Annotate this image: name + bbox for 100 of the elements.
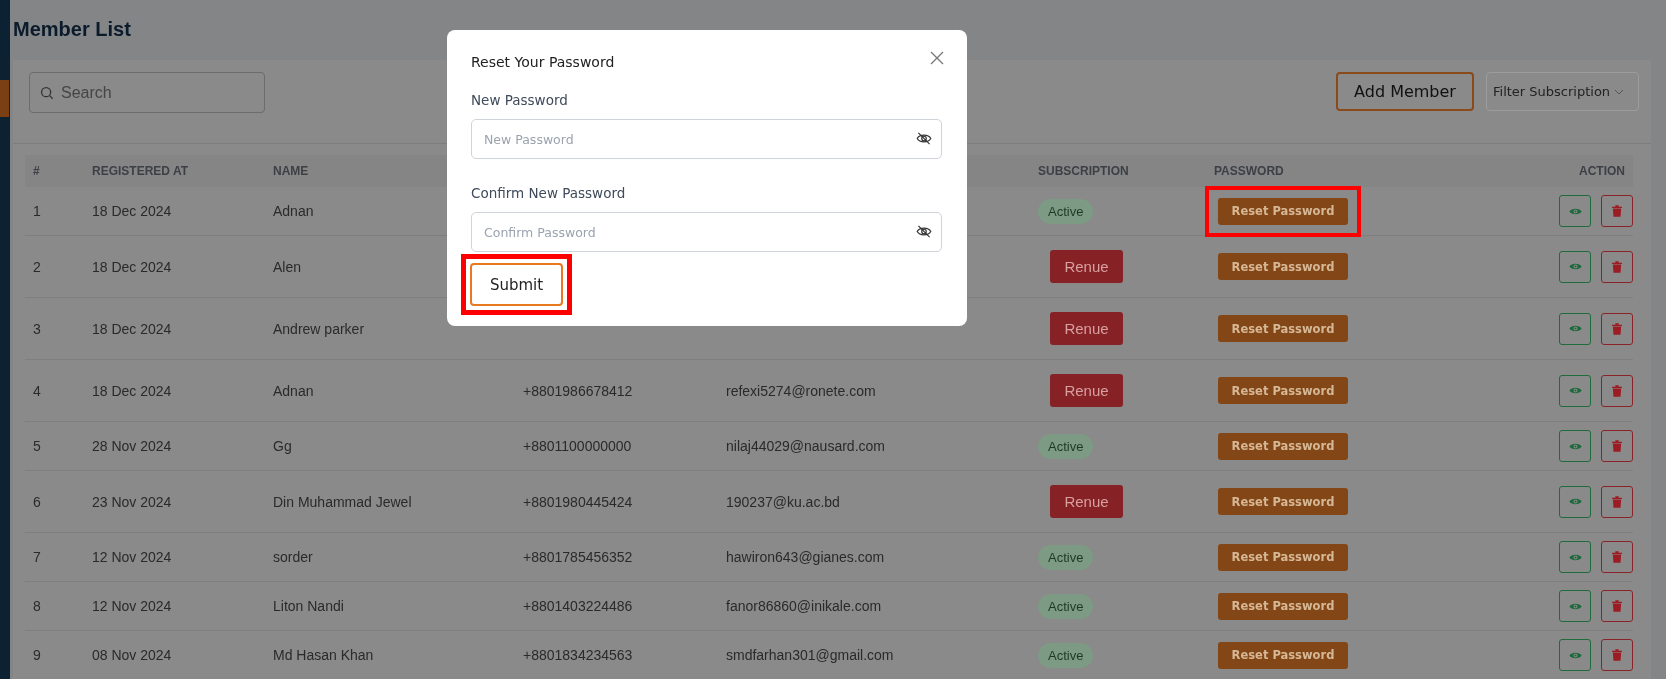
- renew-button[interactable]: Renue: [1050, 374, 1123, 407]
- trash-icon: [1612, 495, 1622, 508]
- reset-password-button[interactable]: Reset Password: [1218, 543, 1348, 571]
- delete-button[interactable]: [1601, 541, 1633, 573]
- reset-password-button[interactable]: Reset Password: [1218, 488, 1348, 515]
- trash-icon: [1612, 440, 1622, 452]
- table-cell: +8801980445424: [523, 493, 633, 510]
- renew-button[interactable]: Renue: [1050, 485, 1123, 518]
- eye-icon: [1568, 552, 1582, 562]
- sidebar-marker: [0, 80, 9, 117]
- view-button[interactable]: [1559, 374, 1591, 407]
- table-cell: 12 Nov 2024: [92, 549, 172, 565]
- filter-dropdown[interactable]: Filter Subscription: [1486, 72, 1639, 111]
- page-title: Member List: [13, 18, 132, 42]
- status-badge: Active: [1038, 593, 1094, 619]
- trash-icon: [1612, 551, 1622, 563]
- table-cell: +8801785456352: [523, 549, 633, 565]
- delete-button[interactable]: [1601, 430, 1633, 462]
- table-cell: 3: [33, 320, 41, 337]
- status-badge: Active: [1038, 433, 1094, 459]
- table-cell: 28 Nov 2024: [92, 438, 172, 454]
- column-header: PASSWORD: [1214, 164, 1284, 178]
- renew-button[interactable]: Renue: [1050, 312, 1123, 345]
- add-member-button[interactable]: Add Member: [1336, 72, 1474, 111]
- delete-button[interactable]: [1601, 590, 1633, 622]
- reset-password-button[interactable]: Reset Password: [1218, 253, 1348, 280]
- table-cell: 1: [33, 203, 41, 219]
- table-cell: refexi5274@ronete.com: [726, 382, 876, 399]
- eye-icon: [1568, 324, 1582, 333]
- table-cell: Andrew parker: [273, 320, 365, 337]
- table-cell: Liton Nandi: [273, 598, 344, 614]
- eye-icon: [1568, 601, 1582, 611]
- table-cell: 18 Dec 2024: [92, 320, 172, 337]
- delete-button[interactable]: [1601, 639, 1633, 671]
- eye-icon: [1568, 386, 1582, 395]
- table-cell: Adnan: [273, 382, 314, 399]
- column-header: NAME: [273, 164, 309, 178]
- delete-button[interactable]: [1601, 312, 1633, 345]
- field-label: New Password: [471, 92, 569, 108]
- column-header: ACTION: [1579, 164, 1625, 178]
- table-cell: sorder: [273, 549, 313, 565]
- table-cell: 18 Dec 2024: [92, 258, 172, 275]
- table-cell: 23 Nov 2024: [92, 493, 172, 510]
- reset-password-button[interactable]: Reset Password: [1218, 197, 1348, 225]
- table-cell: Alen: [273, 258, 302, 275]
- view-button[interactable]: [1559, 250, 1591, 283]
- table-cell: Din Muhammad Jewel: [273, 493, 412, 510]
- table-cell: 6: [33, 493, 41, 510]
- table-cell: hawiron643@gianes.com: [726, 549, 885, 565]
- view-button[interactable]: [1559, 312, 1591, 345]
- delete-button[interactable]: [1601, 485, 1633, 518]
- table-cell: Adnan: [273, 203, 314, 219]
- table-cell: 5: [33, 438, 41, 454]
- eye-icon: [1568, 206, 1582, 216]
- reset-password-button[interactable]: Reset Password: [1218, 315, 1348, 342]
- eye-off-icon[interactable]: [916, 132, 932, 145]
- password-field[interactable]: Confirm Password: [471, 212, 942, 252]
- delete-button[interactable]: [1601, 374, 1633, 407]
- status-badge: Active: [1038, 198, 1094, 224]
- table-cell: +8801403224486: [523, 598, 633, 614]
- delete-button[interactable]: [1601, 195, 1633, 227]
- table-cell: 190237@ku.ac.bd: [726, 493, 840, 510]
- column-header: SUBSCRIPTION: [1038, 164, 1129, 178]
- table-cell: 9: [33, 647, 41, 663]
- column-header: #: [33, 164, 40, 178]
- reset-password-button[interactable]: Reset Password: [1218, 592, 1348, 620]
- reset-password-button[interactable]: Reset Password: [1218, 377, 1348, 404]
- eye-icon: [1568, 497, 1582, 506]
- view-button[interactable]: [1559, 485, 1591, 518]
- delete-button[interactable]: [1601, 250, 1633, 283]
- renew-button[interactable]: Renue: [1050, 250, 1123, 283]
- chevron-icon: [1614, 88, 1625, 95]
- field-label: Confirm New Password: [471, 185, 627, 201]
- view-button[interactable]: [1559, 590, 1591, 622]
- trash-icon: [1612, 322, 1622, 335]
- trash-icon: [1612, 205, 1622, 217]
- table-cell: 7: [33, 549, 41, 565]
- eye-off-icon[interactable]: [916, 225, 932, 238]
- view-button[interactable]: [1559, 639, 1591, 671]
- table-cell: 12 Nov 2024: [92, 598, 172, 614]
- trash-icon: [1612, 260, 1622, 273]
- column-header: REGISTERED AT: [92, 164, 188, 178]
- table-cell: nilaj44029@nausard.com: [726, 438, 885, 454]
- table-cell: +8801834234563: [523, 647, 633, 663]
- trash-icon: [1612, 649, 1622, 661]
- table-cell: 2: [33, 258, 41, 275]
- table-cell: +8801986678412: [523, 382, 633, 399]
- table-cell: 4: [33, 382, 41, 399]
- submit-button[interactable]: Submit: [470, 263, 563, 306]
- password-field[interactable]: New Password: [471, 119, 942, 159]
- view-button[interactable]: [1559, 430, 1591, 462]
- reset-password-button[interactable]: Reset Password: [1218, 641, 1348, 669]
- view-button[interactable]: [1559, 195, 1591, 227]
- table-cell: Gg: [273, 438, 292, 454]
- reset-password-button[interactable]: Reset Password: [1218, 432, 1348, 460]
- close-icon[interactable]: [930, 51, 944, 65]
- search-field[interactable]: Search: [29, 72, 265, 113]
- table-cell: 8: [33, 598, 41, 614]
- view-button[interactable]: [1559, 541, 1591, 573]
- trash-icon: [1612, 600, 1622, 612]
